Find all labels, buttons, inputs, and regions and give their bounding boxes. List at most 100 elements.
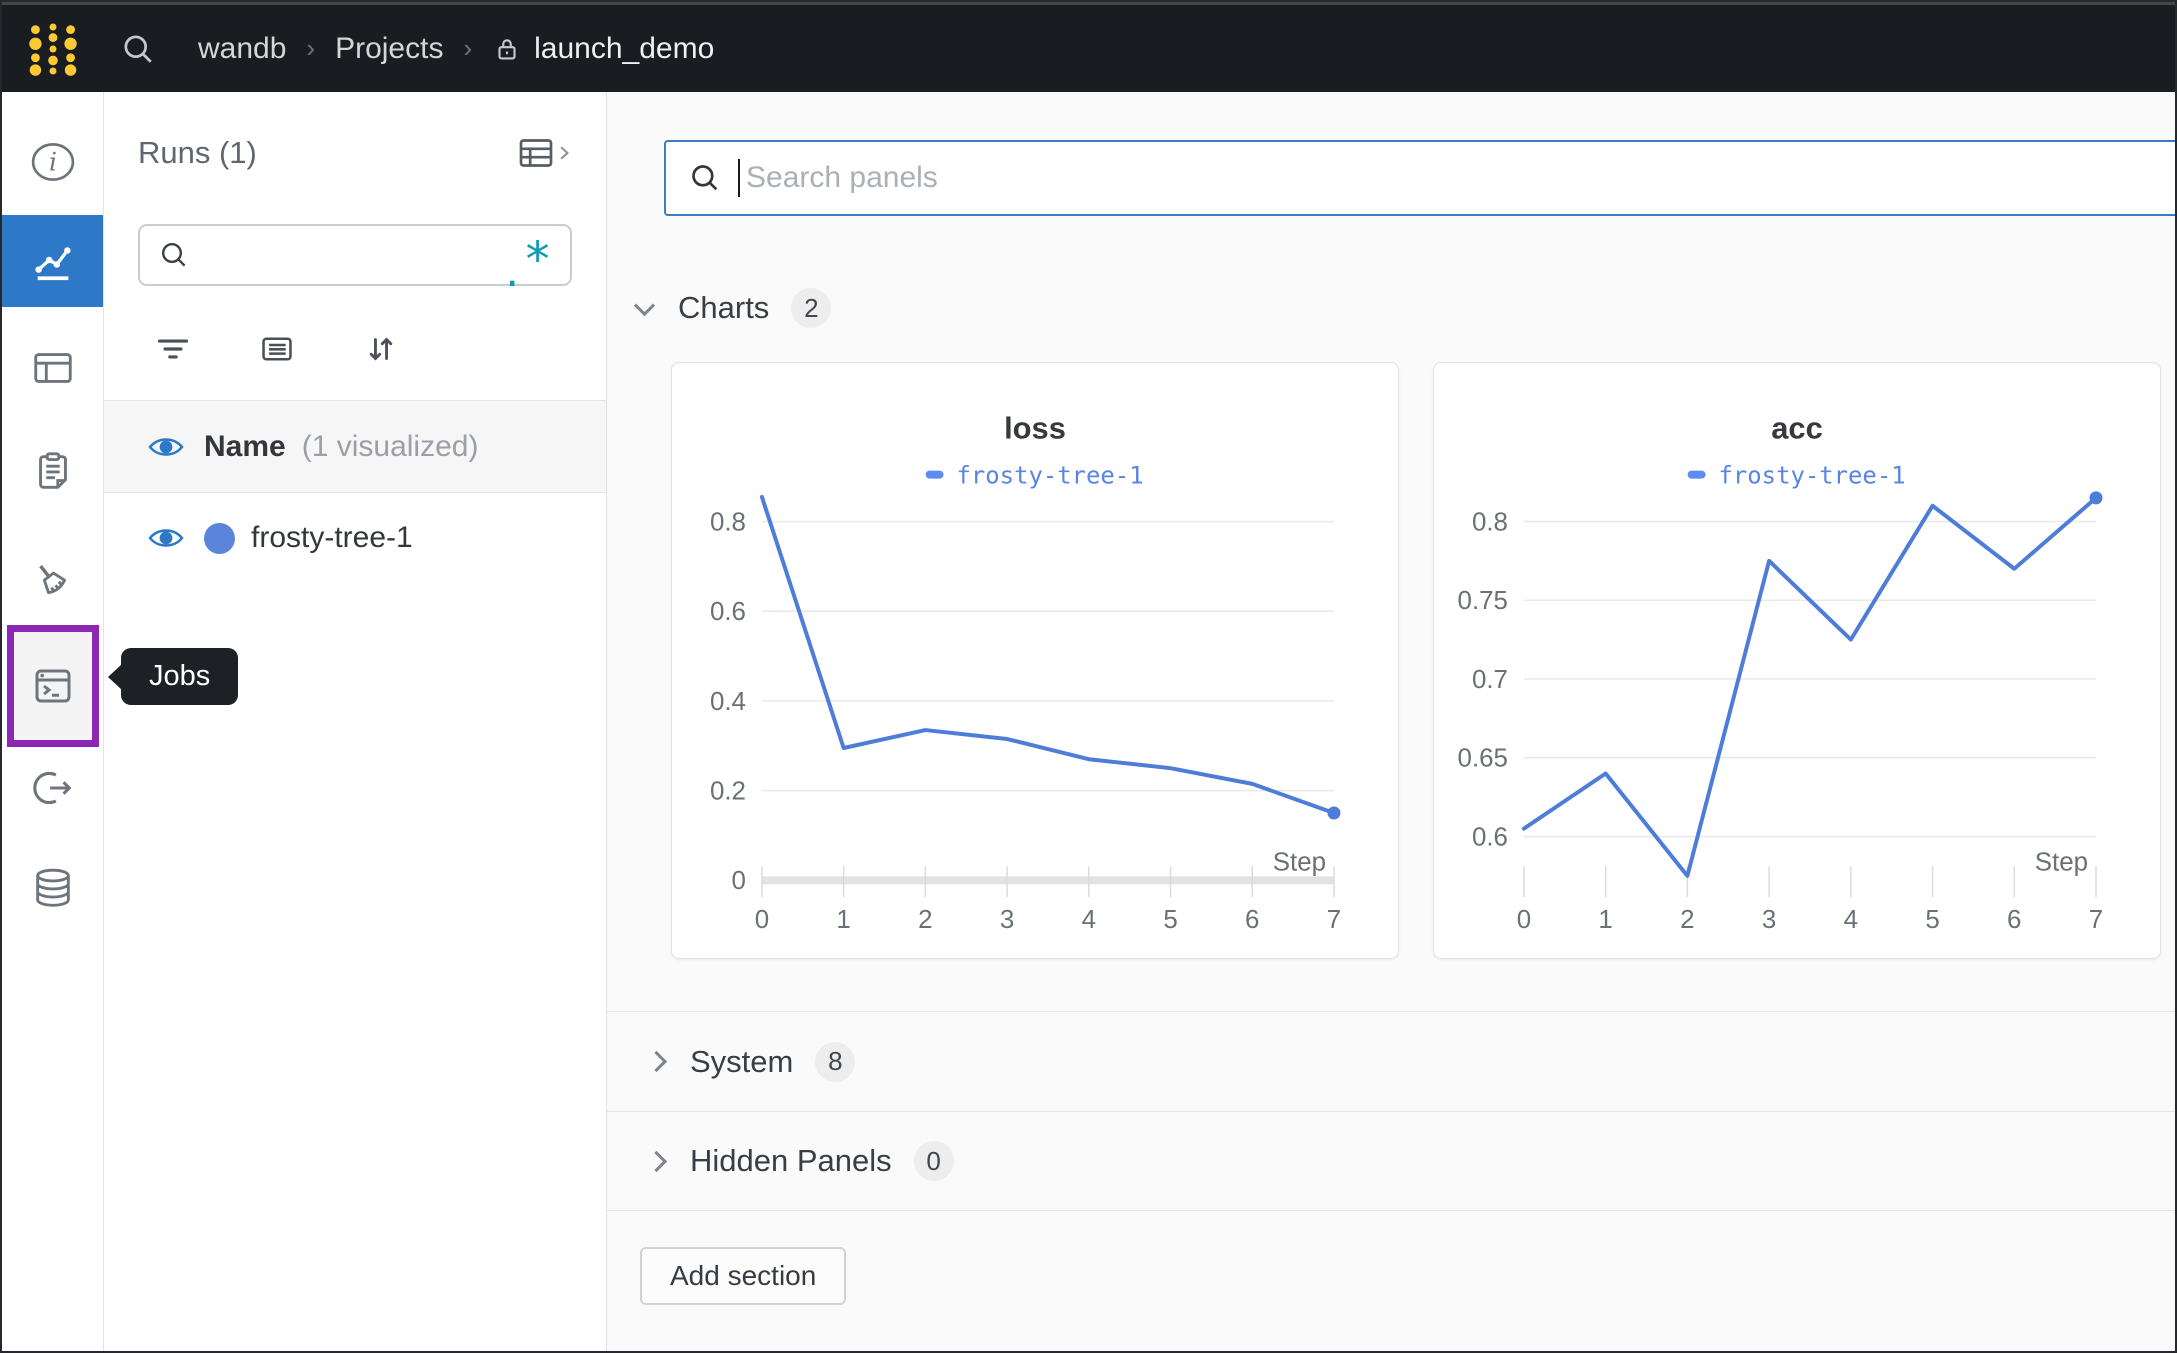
info-icon: i [30,139,76,185]
visualized-count: (1 visualized) [302,430,479,464]
charts-count-badge: 2 [791,288,831,328]
svg-text:frosty-tree-1: frosty-tree-1 [1719,462,1906,490]
filter-icon[interactable] [154,330,192,368]
breadcrumb-separator: › [306,33,315,64]
regex-star: * [523,245,552,275]
svg-text:Step: Step [1273,848,1326,876]
sidebar-item-overview[interactable]: i [2,116,103,208]
breadcrumb-projects[interactable]: Projects [335,32,443,66]
svg-text:5: 5 [1163,906,1177,934]
sidebar-item-artifacts[interactable] [2,842,103,934]
sidebar-item-jobs[interactable] [7,625,99,747]
acc-chart-panel[interactable]: accfrosty-tree-10.60.650.70.750.80123456… [1433,362,2161,959]
wandb-logo[interactable] [24,20,82,78]
sidebar-item-sweeps[interactable] [2,534,103,626]
svg-text:3: 3 [1000,906,1014,934]
expand-runs-table-button[interactable] [516,133,572,173]
runs-header-row: Name (1 visualized) [104,401,606,493]
chevron-right-icon[interactable] [646,1150,667,1171]
section-label-system: System [690,1044,793,1080]
svg-text:0.6: 0.6 [710,598,746,626]
launch-arrow-icon [30,765,76,811]
svg-text:i: i [49,148,57,177]
run-color-dot [204,523,235,554]
sort-icon[interactable] [362,330,400,368]
workspace-main: Search panels Charts 2 loss frosty-tree-1… [607,92,2175,1351]
table-icon [30,345,76,391]
svg-text:1: 1 [836,906,850,934]
svg-text:loss: loss [1004,411,1066,446]
svg-text:0.6: 0.6 [1472,823,1508,851]
svg-text:5: 5 [1925,906,1939,934]
svg-text:frosty-tree-1: frosty-tree-1 [957,462,1144,490]
breadcrumb-org[interactable]: wandb [198,32,286,66]
sidebar-item-runs-table[interactable] [2,322,103,414]
runs-search-input[interactable]: .* [138,224,572,286]
svg-text:0.7: 0.7 [1472,666,1508,694]
svg-text:3: 3 [1762,906,1776,934]
search-panels-placeholder: Search panels [746,161,938,195]
visibility-eye-icon[interactable] [148,525,184,551]
hidden-panels-count-badge: 0 [914,1141,954,1181]
run-row[interactable]: frosty-tree-1 [104,493,606,583]
breadcrumb-project[interactable]: launch_demo [492,32,714,66]
search-icon [158,239,190,271]
charts-section-header: Charts 2 [637,286,2175,330]
sidebar-item-reports[interactable] [2,425,103,517]
sidebar-item-launch[interactable] [2,742,103,834]
broom-icon [30,557,76,603]
breadcrumb-separator: › [463,33,472,64]
svg-text:4: 4 [1844,906,1858,934]
regex-toggle-button[interactable]: .* [501,235,552,275]
charts-grid: loss frosty-tree-1 0 0.2 0.4 0.6 0.8 0 1 2 3 4 5 6 7 St… [671,362,2175,959]
runs-toolbar [138,330,572,368]
svg-text:0.65: 0.65 [1458,745,1508,773]
system-count-badge: 8 [815,1042,855,1082]
runs-column-header: Name [204,430,286,464]
section-label-charts: Charts [678,290,769,326]
system-section-row[interactable]: System 8 [607,1011,2175,1111]
runs-panel: Runs (1) .* [104,92,607,1351]
svg-text:acc: acc [1771,411,1823,446]
svg-text:0.8: 0.8 [710,509,746,537]
sidebar: i [2,92,104,1351]
topbar: wandb › Projects › launch_demo [2,2,2175,92]
chevron-right-icon[interactable] [646,1051,667,1072]
svg-text:0.75: 0.75 [1458,587,1508,615]
run-name[interactable]: frosty-tree-1 [251,521,413,555]
svg-text:4: 4 [1082,906,1096,934]
svg-text:6: 6 [2007,906,2021,934]
line-chart-icon [30,238,76,284]
chevron-down-icon[interactable] [634,295,655,316]
jobs-tooltip: Jobs [121,648,238,705]
visibility-eye-icon[interactable] [148,434,184,460]
body: i [2,92,2175,1351]
lock-icon [492,34,522,64]
app-window: wandb › Projects › launch_demo i [0,0,2177,1353]
svg-text:2: 2 [918,906,932,934]
database-icon [30,865,76,911]
svg-text:0: 0 [755,906,769,934]
chevron-right-icon [556,145,572,161]
collapsed-sections: System 8 Hidden Panels 0 [607,1011,2175,1211]
svg-text:0: 0 [1517,906,1531,934]
svg-text:2: 2 [1680,906,1694,934]
search-panels-input[interactable]: Search panels [664,140,2175,216]
loss-chart-panel[interactable]: lossfrosty-tree-100.20.40.60.801234567St… [671,362,1399,959]
svg-text:7: 7 [2089,906,2103,934]
add-section-button[interactable]: Add section [640,1247,846,1305]
text-cursor [738,159,740,197]
breadcrumb: wandb › Projects › launch_demo [198,32,714,66]
global-search-icon[interactable] [120,31,156,67]
hidden-panels-section-row[interactable]: Hidden Panels 0 [607,1111,2175,1211]
svg-text:0.2: 0.2 [710,778,746,806]
svg-text:0.4: 0.4 [710,688,746,716]
search-icon [688,161,722,195]
jobs-terminal-icon [29,662,77,710]
table-icon [516,133,556,173]
section-label-hidden-panels: Hidden Panels [690,1143,892,1179]
group-list-icon[interactable] [258,330,296,368]
sidebar-item-workspace[interactable] [2,215,103,307]
svg-text:7: 7 [1327,906,1341,934]
svg-text:0: 0 [732,867,746,895]
